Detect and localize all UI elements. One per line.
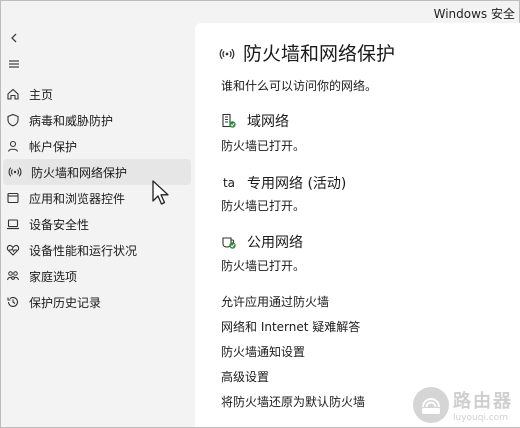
heart-pulse-icon: [6, 243, 20, 257]
wifi-antenna-icon: [8, 165, 22, 179]
watermark-title: 路由器: [453, 391, 513, 412]
network-public[interactable]: 公用网络: [221, 232, 303, 252]
sidebar-item-label: 家庭选项: [29, 269, 78, 284]
network-domain-label: 域网络: [247, 114, 289, 130]
network-public-status: 防火墙已打开。: [221, 259, 306, 273]
network-domain-status: 防火墙已打开。: [221, 139, 306, 153]
app-window-icon: [6, 191, 20, 205]
sidebar-item-label: 病毒和威胁防护: [29, 113, 114, 128]
home-icon: [6, 87, 20, 101]
router-logo-icon: [413, 387, 449, 423]
public-network-icon: [221, 234, 237, 250]
network-public-label: 公用网络: [247, 235, 303, 251]
sidebar-item-device-performance[interactable]: 设备性能和运行状况: [1, 237, 191, 263]
shield-icon: [6, 113, 20, 127]
page-title-text: 防火墙和网络保护: [243, 43, 396, 65]
network-private-status: 防火墙已打开。: [221, 199, 306, 213]
page-title: 防火墙和网络保护: [219, 39, 395, 66]
sidebar-item-label: 保护历史记录: [29, 295, 102, 310]
main-content: 防火墙和网络保护 谁和什么可以访问你的网络。 域网络 防火墙已打开。 ta 专用…: [195, 23, 520, 427]
person-icon: [6, 139, 20, 153]
link-advanced-settings[interactable]: 高级设置: [221, 368, 269, 385]
network-private[interactable]: ta 专用网络 (活动): [221, 173, 346, 193]
mouse-cursor-icon: [151, 179, 171, 207]
watermark-subtitle: luyouqi.com: [453, 413, 509, 423]
sidebar-item-device-security[interactable]: 设备安全性: [1, 211, 191, 237]
sidebar-item-family-options[interactable]: 家庭选项: [1, 263, 191, 289]
network-private-label: 专用网络 (活动): [247, 176, 347, 192]
sidebar-item-label: 设备安全性: [29, 217, 90, 232]
sidebar: 主页 病毒和威胁防护 帐户保护 防火墙和网络保护 应用和浏览器控件 设备安全性 …: [1, 23, 193, 427]
link-allow-app-through-firewall[interactable]: 允许应用通过防火墙: [221, 293, 329, 310]
link-restore-default-firewall[interactable]: 将防火墙还原为默认防火墙: [221, 393, 365, 410]
laptop-icon: [6, 217, 20, 231]
sidebar-item-label: 主页: [29, 87, 54, 102]
sidebar-item-label: 应用和浏览器控件: [29, 191, 126, 206]
hamburger-menu-icon[interactable]: [5, 57, 23, 75]
network-domain[interactable]: 域网络: [221, 111, 289, 131]
family-icon: [6, 269, 20, 283]
sidebar-item-label: 设备性能和运行状况: [29, 243, 138, 258]
back-arrow-icon[interactable]: [5, 31, 23, 49]
history-icon: [6, 295, 20, 309]
window-title: Windows 安全: [433, 7, 515, 21]
title-bar: Windows 安全: [1, 1, 519, 23]
sidebar-item-account-protection[interactable]: 帐户保护: [1, 133, 191, 159]
watermark-logo: 路由器 luyouqi.com: [413, 387, 513, 423]
app-window: Windows 安全 主页 病毒和威胁防护 帐户保护 防火墙和网络保护 应用和浏…: [0, 0, 520, 428]
private-network-icon: ta: [222, 176, 236, 190]
link-firewall-notification-settings[interactable]: 防火墙通知设置: [221, 343, 305, 360]
sidebar-item-label: 帐户保护: [29, 139, 78, 154]
sidebar-item-label: 防火墙和网络保护: [31, 165, 128, 180]
wifi-antenna-icon: [219, 45, 235, 61]
page-description: 谁和什么可以访问你的网络。: [221, 79, 378, 93]
sidebar-item-virus-protection[interactable]: 病毒和威胁防护: [1, 107, 191, 133]
sidebar-item-home[interactable]: 主页: [1, 81, 191, 107]
domain-network-icon: [221, 113, 237, 129]
sidebar-item-protection-history[interactable]: 保护历史记录: [1, 289, 191, 315]
link-network-troubleshooter[interactable]: 网络和 Internet 疑难解答: [221, 318, 360, 335]
